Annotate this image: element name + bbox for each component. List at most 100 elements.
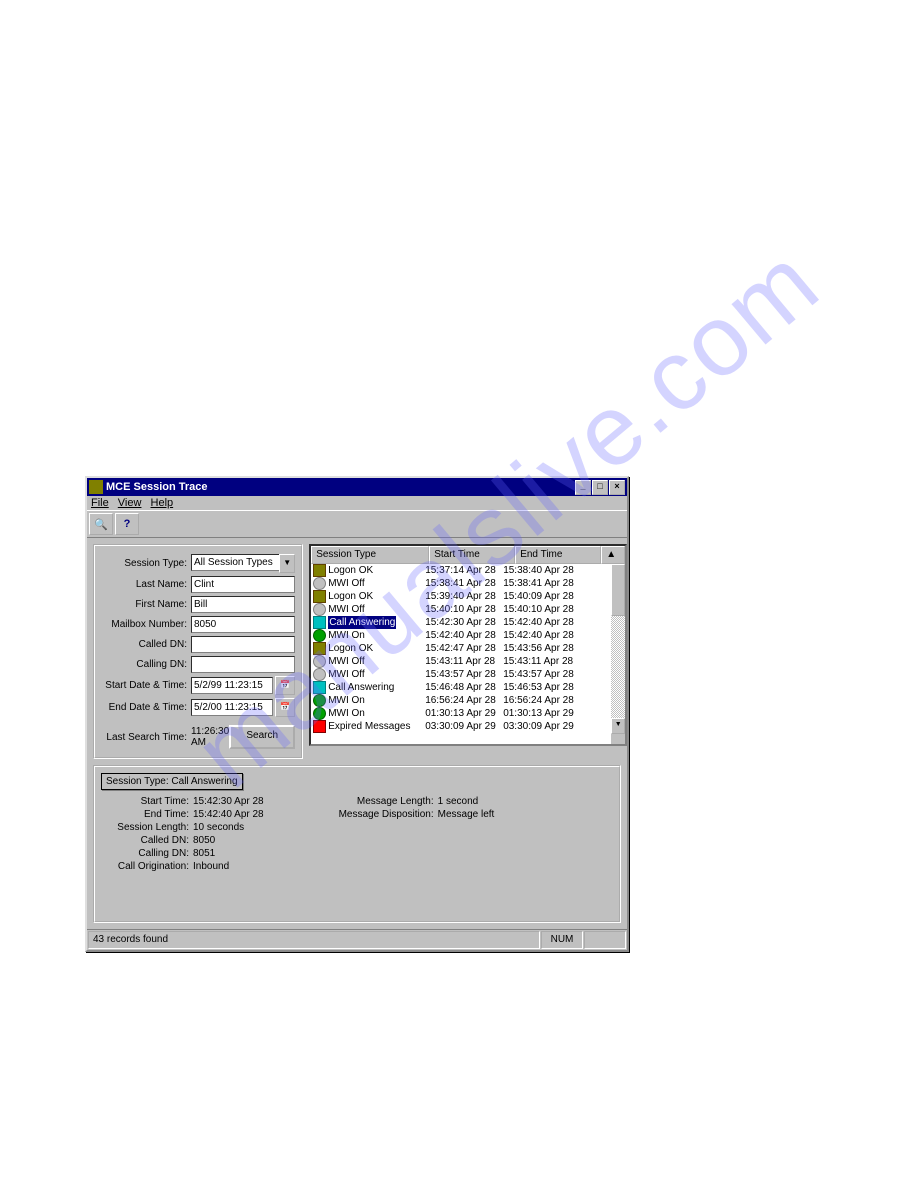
detail-called-dn-value: 8050 (193, 835, 215, 846)
end-time-cell: 15:43:57 Apr 28 (503, 668, 581, 681)
detail-end-time-label: End Time: (101, 809, 193, 820)
start-time-cell: 15:40:10 Apr 28 (425, 603, 503, 616)
session-type-value: All Session Types (191, 554, 279, 571)
scroll-track[interactable] (611, 616, 625, 718)
list-row[interactable]: MWI On01:30:13 Apr 2901:30:13 Apr 29 (311, 707, 625, 720)
first-name-label: First Name: (101, 599, 191, 610)
session-type-icon (313, 681, 326, 694)
session-type-icon (313, 564, 326, 577)
start-date-picker-button[interactable]: 📅 (275, 676, 295, 695)
session-type-text: Logon OK (328, 642, 373, 655)
session-type-text: MWI On (328, 629, 365, 642)
list-row[interactable]: Logon OK15:39:40 Apr 2815:40:09 Apr 28 (311, 590, 625, 603)
start-time-cell: 15:46:48 Apr 28 (425, 681, 503, 694)
search-form: Session Type: All Session Types ▼ Last N… (93, 544, 303, 759)
list-body: Logon OK15:37:14 Apr 2815:38:40 Apr 28MW… (311, 564, 625, 744)
end-date-picker-button[interactable]: 📅 (275, 698, 295, 717)
detail-call-origination-label: Call Origination: (101, 861, 193, 872)
close-button[interactable]: × (609, 480, 625, 495)
mailbox-number-input[interactable]: 8050 (191, 616, 295, 633)
session-type-text: MWI Off (328, 603, 364, 616)
list-row[interactable]: MWI On16:56:24 Apr 2816:56:24 Apr 28 (311, 694, 625, 707)
calendar-icon: 📅 (280, 680, 290, 689)
list-row[interactable]: MWI Off 15:40:10 Apr 2815:40:10 Apr 28 (311, 603, 625, 616)
session-type-icon (313, 616, 326, 629)
search-button[interactable]: Search (229, 725, 295, 749)
list-row[interactable]: MWI Off 15:43:57 Apr 2815:43:57 Apr 28 (311, 668, 625, 681)
list-row[interactable]: Logon OK15:37:14 Apr 2815:38:40 Apr 28 (311, 564, 625, 577)
detail-panel: Session Type: Call Answering Start Time:… (93, 765, 621, 923)
session-type-label: Session Type: (101, 558, 191, 569)
calling-dn-input[interactable] (191, 656, 295, 673)
first-name-input[interactable]: Bill (191, 596, 295, 613)
start-time-cell: 15:38:41 Apr 28 (425, 577, 503, 590)
end-time-cell: 15:46:53 Apr 28 (503, 681, 581, 694)
scroll-down-button[interactable]: ▼ (611, 718, 625, 734)
list-row[interactable]: Call Answering 15:46:48 Apr 2815:46:53 Ap… (311, 681, 625, 694)
session-type-icon (313, 629, 326, 642)
detail-message-length-label: Message Length: (324, 796, 438, 807)
end-time-cell: 15:43:11 Apr 28 (503, 655, 581, 668)
binoculars-icon: 🔍 (94, 518, 108, 531)
detail-calling-dn-label: Calling DN: (101, 848, 193, 859)
col-end-time[interactable]: End Time (515, 546, 601, 564)
scrollbar[interactable]: ▼ (611, 564, 625, 744)
end-time-cell: 15:42:40 Apr 28 (503, 616, 581, 629)
list-row[interactable]: Logon OK 15:42:47 Apr 2815:43:56 Apr 28 (311, 642, 625, 655)
last-search-value: 11:26:30 AM (191, 726, 229, 748)
maximize-button[interactable]: □ (592, 480, 608, 495)
session-type-select[interactable]: All Session Types ▼ (191, 554, 295, 573)
session-type-text: Call Answering (328, 681, 394, 694)
start-time-cell: 15:43:57 Apr 28 (425, 668, 503, 681)
session-type-text: MWI On (328, 694, 365, 707)
start-time-cell: 15:42:47 Apr 28 (425, 642, 503, 655)
list-row[interactable]: MWI On15:42:40 Apr 2815:42:40 Apr 28 (311, 629, 625, 642)
start-date-input[interactable]: 5/2/99 11:23:15 AM (191, 677, 273, 694)
list-row[interactable]: MWI Off15:43:11 Apr 2815:43:11 Apr 28 (311, 655, 625, 668)
detail-start-time-label: Start Time: (101, 796, 193, 807)
col-start-time[interactable]: Start Time (429, 546, 515, 564)
detail-session-type-badge: Session Type: Call Answering (101, 773, 243, 790)
col-session-type[interactable]: Session Type (311, 546, 429, 564)
app-icon (89, 480, 103, 494)
session-type-text: Logon OK (328, 590, 373, 603)
menu-view[interactable]: View (118, 497, 142, 509)
detail-message-length-value: 1 second (438, 796, 479, 807)
list-row[interactable]: MWI Off15:38:41 Apr 2815:38:41 Apr 28 (311, 577, 625, 590)
list-row[interactable]: Call Answering 15:42:30 Apr 2815:42:40 Ap… (311, 616, 625, 629)
called-dn-input[interactable] (191, 636, 295, 653)
detail-start-time-value: 15:42:30 Apr 28 (193, 796, 264, 807)
start-time-cell: 01:30:13 Apr 29 (425, 707, 503, 720)
end-time-cell: 15:38:41 Apr 28 (503, 577, 581, 590)
end-time-cell: 15:43:56 Apr 28 (503, 642, 581, 655)
list-row[interactable]: Expired Messages03:30:09 Apr 2903:30:09 … (311, 720, 625, 733)
help-button[interactable]: ? (115, 513, 139, 535)
end-time-cell: 16:56:24 Apr 28 (503, 694, 581, 707)
end-time-cell: 15:40:10 Apr 28 (503, 603, 581, 616)
help-icon: ? (124, 518, 131, 530)
session-type-icon (313, 720, 326, 733)
start-time-cell: 15:42:30 Apr 28 (425, 616, 503, 629)
session-type-icon (313, 577, 326, 590)
status-num: NUM (541, 931, 583, 949)
session-type-text: MWI Off (328, 668, 364, 681)
detail-call-origination-value: Inbound (193, 861, 229, 872)
menu-help[interactable]: Help (151, 497, 174, 509)
session-type-icon (313, 655, 326, 668)
scroll-thumb[interactable] (611, 564, 625, 616)
dropdown-arrow-icon[interactable]: ▼ (279, 554, 295, 573)
window-title: MCE Session Trace (106, 481, 574, 493)
last-name-label: Last Name: (101, 579, 191, 590)
scroll-up-button[interactable]: ▲ (601, 546, 625, 564)
minimize-button[interactable]: _ (575, 480, 591, 495)
find-button[interactable]: 🔍 (89, 513, 113, 535)
start-date-label: Start Date & Time: (101, 680, 191, 691)
calling-dn-label: Calling DN: (101, 659, 191, 670)
session-type-text: Call Answering (328, 616, 396, 629)
start-time-cell: 03:30:09 Apr 29 (425, 720, 503, 733)
end-date-input[interactable]: 5/2/00 11:23:15 AM (191, 699, 273, 716)
last-name-input[interactable]: Clint (191, 576, 295, 593)
detail-end-time-value: 15:42:40 Apr 28 (193, 809, 264, 820)
end-time-cell: 15:38:40 Apr 28 (503, 564, 581, 577)
menu-file[interactable]: File (91, 497, 109, 509)
